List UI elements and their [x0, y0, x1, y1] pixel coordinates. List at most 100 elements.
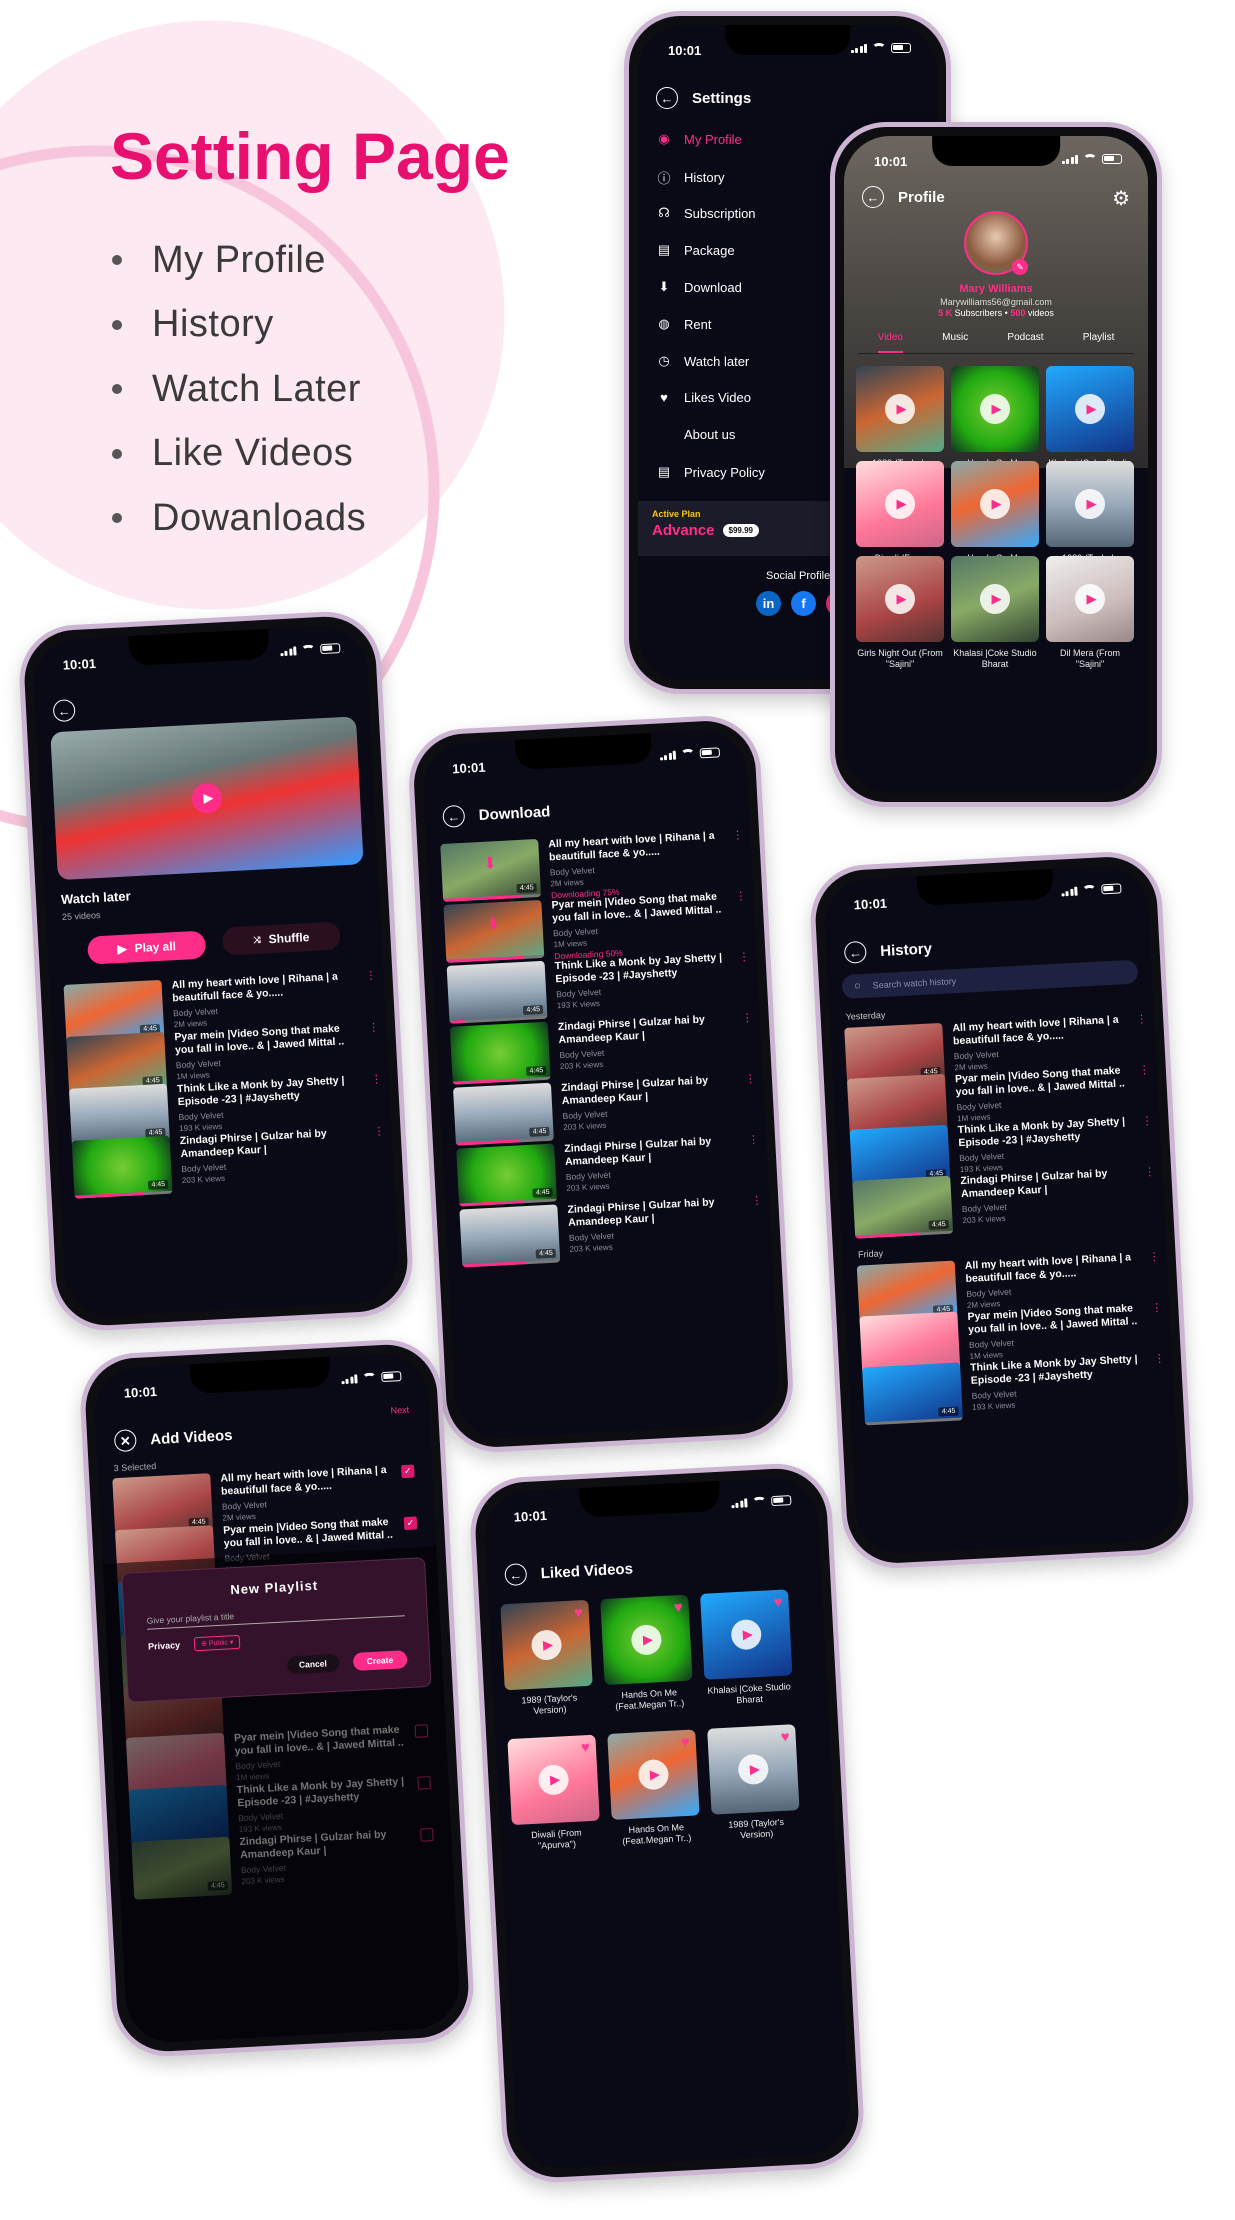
more-options-icon[interactable]: ⋮ [365, 970, 377, 983]
more-options-icon[interactable]: ⋮ [368, 1022, 380, 1035]
video-thumbnail[interactable]: ▶ [951, 556, 1039, 642]
back-icon[interactable]: ← [862, 186, 884, 208]
more-options-icon[interactable]: ⋮ [745, 1073, 757, 1086]
tab-podcast[interactable]: Podcast [1007, 328, 1043, 353]
edit-icon[interactable]: ✎ [1012, 259, 1028, 275]
back-icon[interactable]: ← [843, 940, 867, 964]
video-thumbnail[interactable]: 4:45 [459, 1204, 561, 1268]
heart-icon[interactable]: ♥ [680, 1734, 690, 1751]
video-thumbnail[interactable]: 4:45 [456, 1143, 558, 1207]
avatar[interactable]: ✎ [964, 211, 1028, 275]
play-icon[interactable]: ▶ [1075, 489, 1105, 519]
play-icon[interactable]: ▶ [191, 782, 223, 815]
video-thumbnail[interactable]: 4:45 [71, 1135, 173, 1199]
play-icon[interactable]: ▶ [980, 394, 1010, 424]
settings-item-watch-later[interactable]: ◷ Watch later [656, 353, 749, 369]
video-thumbnail[interactable]: ⬇ 4:45 [440, 838, 542, 903]
play-icon[interactable]: ▶ [1075, 394, 1105, 424]
video-tile[interactable]: ▶ Dil Mera (From "Sajini" [1046, 556, 1134, 670]
settings-item-about-us[interactable]: About us [656, 427, 735, 442]
featured-video-thumbnail[interactable]: ▶ [50, 716, 364, 881]
heart-icon[interactable]: ♥ [581, 1739, 591, 1756]
back-icon[interactable]: ← [504, 1563, 528, 1587]
video-thumbnail[interactable]: ⬇ [443, 899, 545, 963]
settings-item-history[interactable]: ⓘ History [656, 168, 724, 187]
more-options-icon[interactable]: ⋮ [1151, 1302, 1163, 1315]
tab-video[interactable]: Video [877, 328, 903, 353]
back-icon[interactable]: ← [442, 804, 466, 828]
video-list-item[interactable]: 4:45 Think Like a Monk by Jay Shetty | Ep… [862, 1352, 1165, 1438]
settings-item-subscription[interactable]: ☊ Subscription [656, 205, 755, 221]
video-thumbnail[interactable]: ▶ [856, 461, 944, 547]
search-input[interactable]: ○ Search watch history [841, 959, 1139, 1000]
tab-music[interactable]: Music [942, 328, 968, 353]
video-thumbnail[interactable]: ▶ ♥ [600, 1594, 693, 1686]
settings-item-my-profile[interactable]: ◉ My Profile [656, 131, 741, 147]
back-icon[interactable]: ← [52, 699, 76, 723]
video-tile[interactable]: ▶ Khalasi |Coke Studio Bharat [951, 556, 1039, 670]
video-thumbnail[interactable]: 4:45 [452, 1082, 554, 1146]
video-list-item[interactable]: 4:45Zindagi Phirse | Gulzar hai by Amand… [852, 1165, 1156, 1251]
more-options-icon[interactable]: ⋮ [741, 1012, 753, 1025]
more-options-icon[interactable]: ⋮ [735, 890, 747, 903]
play-all-button[interactable]: ▶ Play all [87, 930, 207, 965]
video-thumbnail[interactable]: ▶ [1046, 461, 1134, 547]
video-list-item[interactable]: 4:45Zindagi Phirse | Gulzar hai by Amand… [459, 1194, 763, 1280]
video-tile[interactable]: ▶ ♥ Hands On Me (Feat.Megan Tr..) [600, 1594, 694, 1713]
video-thumbnail[interactable]: ▶ ♥ [700, 1589, 793, 1680]
shuffle-button[interactable]: ⤨ Shuffle [221, 921, 342, 956]
select-checkbox[interactable]: ✓ [403, 1516, 418, 1531]
more-options-icon[interactable]: ⋮ [1139, 1064, 1151, 1077]
video-tile[interactable]: ▶ ♥ Khalasi |Coke Studio Bharat [700, 1589, 794, 1707]
heart-icon[interactable]: ♥ [773, 1594, 783, 1611]
more-options-icon[interactable]: ⋮ [1141, 1115, 1153, 1128]
more-options-icon[interactable]: ⋮ [1136, 1013, 1148, 1026]
settings-item-download[interactable]: ⬇ Download [656, 279, 742, 295]
video-thumbnail[interactable]: ▶ [856, 366, 944, 452]
play-icon[interactable]: ▶ [530, 1629, 563, 1661]
more-options-icon[interactable]: ⋮ [1154, 1353, 1166, 1366]
video-thumbnail[interactable]: ▶ [951, 461, 1039, 547]
settings-item-package[interactable]: ▤ Package [656, 242, 735, 258]
heart-icon[interactable]: ♥ [780, 1728, 790, 1745]
create-button[interactable]: Create [352, 1650, 408, 1671]
playlist-title-input[interactable]: Give your playlist a title [146, 1602, 405, 1630]
more-options-icon[interactable]: ⋮ [371, 1073, 383, 1086]
more-options-icon[interactable]: ⋮ [748, 1134, 760, 1147]
play-icon[interactable]: ▶ [637, 1758, 670, 1791]
more-options-icon[interactable]: ⋮ [751, 1195, 763, 1208]
settings-item-privacy-policy[interactable]: ▤ Privacy Policy [656, 464, 765, 480]
video-thumbnail[interactable]: ▶ ♥ [500, 1599, 593, 1691]
more-options-icon[interactable]: ⋮ [738, 951, 750, 964]
play-icon[interactable]: ▶ [730, 1618, 763, 1651]
heart-icon[interactable]: ♥ [673, 1599, 683, 1616]
play-icon[interactable]: ▶ [980, 489, 1010, 519]
video-thumbnail[interactable]: ▶ [1046, 366, 1134, 452]
more-options-icon[interactable]: ⋮ [373, 1125, 385, 1138]
more-options-icon[interactable]: ⋮ [732, 829, 744, 842]
play-icon[interactable]: ▶ [885, 394, 915, 424]
video-thumbnail[interactable]: ▶ ♥ [507, 1734, 600, 1826]
video-thumbnail[interactable]: ▶ [951, 366, 1039, 452]
heart-icon[interactable]: ♥ [574, 1604, 584, 1621]
privacy-select[interactable]: ⊕ Public ▾ [193, 1634, 241, 1652]
video-thumbnail[interactable]: 4:45 [446, 960, 548, 1024]
play-icon[interactable]: ▶ [1075, 584, 1105, 614]
video-thumbnail[interactable]: 4:45 [862, 1362, 963, 1426]
play-icon[interactable]: ▶ [537, 1764, 570, 1796]
video-thumbnail[interactable]: ▶ ♥ [607, 1729, 700, 1820]
cancel-button[interactable]: Cancel [286, 1653, 340, 1675]
play-icon[interactable]: ▶ [630, 1624, 663, 1656]
play-icon[interactable]: ▶ [885, 584, 915, 614]
video-thumbnail[interactable]: ▶ ♥ [707, 1724, 800, 1815]
video-thumbnail[interactable]: ▶ [1046, 556, 1134, 642]
video-tile[interactable]: ▶ Girls Night Out (From "Sajini" [856, 556, 944, 670]
linkedin-icon[interactable]: in [756, 591, 781, 616]
more-options-icon[interactable]: ⋮ [1144, 1166, 1156, 1179]
video-thumbnail[interactable]: 4:45 [852, 1175, 954, 1239]
play-icon[interactable]: ▶ [885, 489, 915, 519]
next-button[interactable]: Next [390, 1405, 409, 1416]
settings-item-rent[interactable]: ◍ Rent [656, 316, 711, 332]
video-tile[interactable]: ▶ ♥ Diwali (From "Apurva") [507, 1734, 601, 1853]
facebook-icon[interactable]: f [791, 591, 816, 616]
